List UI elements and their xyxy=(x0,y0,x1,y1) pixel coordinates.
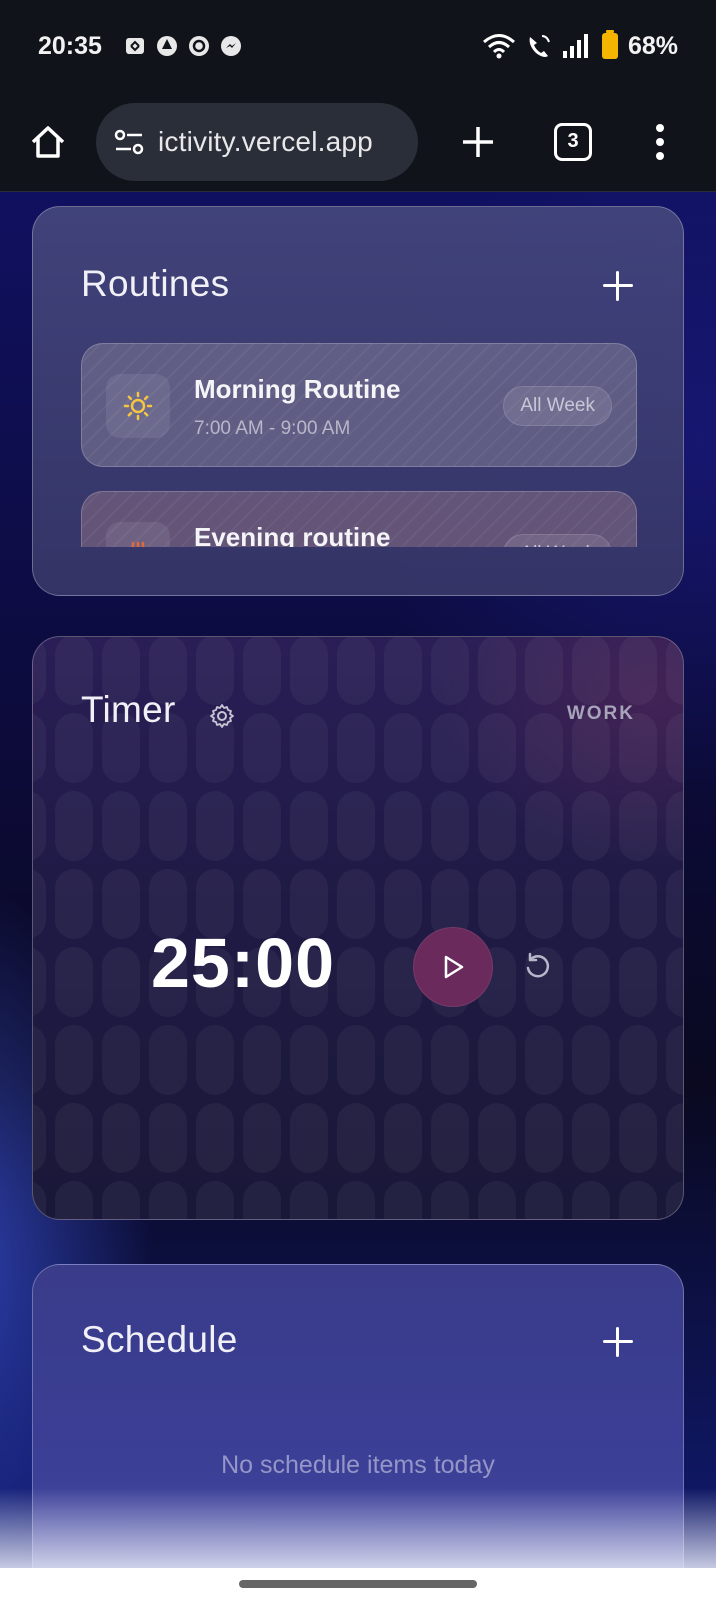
routine-name: Morning Routine xyxy=(194,374,401,404)
site-settings-icon xyxy=(114,129,144,154)
routine-icon-box xyxy=(106,374,170,438)
routines-card: Routines Morning Routine 7:00 AM - 9:00 … xyxy=(32,206,684,596)
browser-menu-button[interactable] xyxy=(650,118,670,166)
plus-icon xyxy=(463,126,493,157)
new-tab-button[interactable] xyxy=(454,118,502,166)
routine-days-badge: All Week xyxy=(503,386,612,426)
menu-dot xyxy=(656,137,664,146)
menu-dot xyxy=(656,151,664,160)
routine-list[interactable]: Morning Routine 7:00 AM - 9:00 AM All We… xyxy=(81,343,637,547)
timer-settings-button[interactable] xyxy=(209,703,235,729)
browser-toolbar: ictivity.vercel.app 3 xyxy=(0,92,716,192)
signal-icon xyxy=(562,34,588,58)
system-navigation-bar xyxy=(0,1568,716,1600)
messenger-icon xyxy=(220,36,241,56)
routine-icon-box xyxy=(106,522,170,547)
reset-button[interactable] xyxy=(521,949,555,983)
play-button[interactable] xyxy=(413,927,493,1007)
battery-icon xyxy=(601,30,618,59)
routine-item-morning[interactable]: Morning Routine 7:00 AM - 9:00 AM All We… xyxy=(81,343,637,467)
routine-name: Evening routine xyxy=(194,522,391,547)
status-time: 20:35 xyxy=(38,31,102,60)
routines-title: Routines xyxy=(81,263,230,304)
evening-icon xyxy=(131,541,145,547)
routine-days-badge: All Week xyxy=(503,534,612,547)
sun-icon xyxy=(123,391,153,421)
address-bar[interactable]: ictivity.vercel.app xyxy=(96,102,418,181)
status-bar: 20:35 68% xyxy=(0,0,716,92)
home-icon xyxy=(31,125,65,158)
notification-icon xyxy=(188,36,209,56)
schedule-title: Schedule xyxy=(81,1319,238,1360)
home-button[interactable] xyxy=(24,118,72,166)
sync-icon xyxy=(125,38,144,54)
page-content[interactable]: Routines Morning Routine 7:00 AM - 9:00 … xyxy=(0,192,716,1568)
timer-card: Timer WORK 25:00 xyxy=(32,636,684,1220)
tab-switcher-button[interactable]: 3 xyxy=(554,122,592,161)
timer-display: 25:00 xyxy=(151,924,336,1002)
reset-icon xyxy=(526,952,550,978)
play-icon xyxy=(444,955,464,979)
timer-mode-label: WORK xyxy=(566,703,635,724)
gear-icon xyxy=(210,704,234,728)
add-schedule-button[interactable] xyxy=(601,1325,635,1359)
add-routine-button[interactable] xyxy=(601,269,635,303)
wifi-icon xyxy=(482,34,515,59)
routine-item-evening[interactable]: Evening routine All Week xyxy=(81,491,637,547)
routine-time: 7:00 AM - 9:00 AM xyxy=(194,418,351,439)
timer-title: Timer xyxy=(81,689,176,730)
tab-count: 3 xyxy=(567,130,579,152)
battery-level: 68% xyxy=(627,31,678,60)
aperture-icon xyxy=(156,36,177,56)
menu-dot xyxy=(656,123,664,132)
bottom-fade xyxy=(0,1488,716,1568)
schedule-empty-state: No schedule items today xyxy=(221,1451,495,1479)
url-text: ictivity.vercel.app xyxy=(158,125,373,157)
wifi-call-icon xyxy=(529,35,550,57)
gesture-handle[interactable] xyxy=(239,1580,477,1588)
